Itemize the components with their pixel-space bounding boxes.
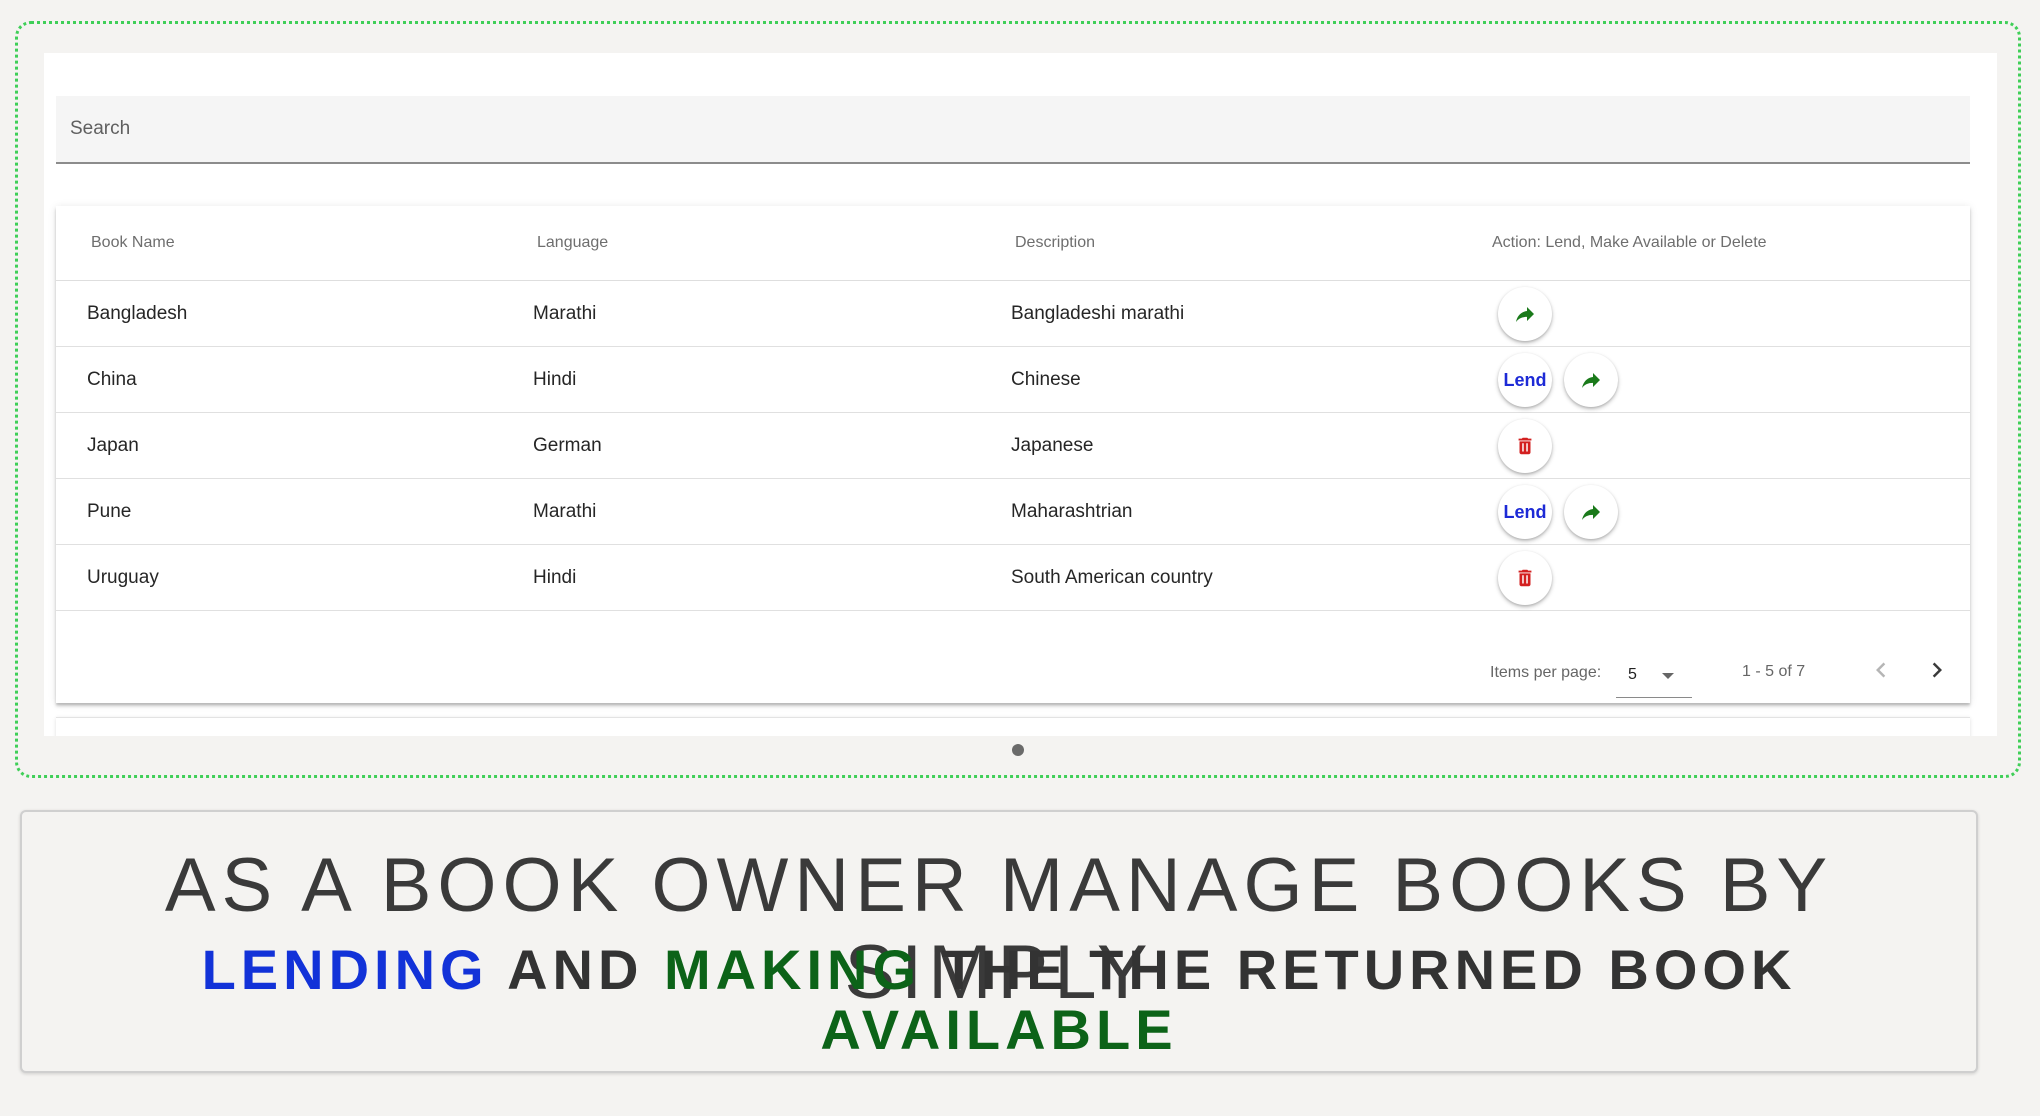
description-cell: South American country [1011,567,1213,588]
caption-subline: LENDING AND MAKING THE THE RETURNED BOOK… [22,940,1976,1060]
lend-label: Lend [1503,501,1547,522]
page-range-label: 1 - 5 of 7 [1742,663,1806,680]
description-cell: Bangladeshi marathi [1011,303,1185,324]
make-available-button[interactable] [1498,287,1552,341]
caption-making: MAKING [663,938,922,1001]
books-table-card: Book Name Language Description Action: L… [56,206,1970,703]
lend-button[interactable]: Lend [1498,485,1552,539]
caption-banner: AS A BOOK OWNER MANAGE BOOKS BY SIMPLY L… [20,810,1978,1073]
share-arrow-icon [1582,373,1600,388]
table-row: Japan German Japanese [56,413,1970,479]
table-row: Bangladesh Marathi Bangladeshi marathi [56,281,1970,347]
language-cell: German [533,435,602,456]
search-field[interactable] [56,96,1970,164]
language-cell: Marathi [533,303,597,324]
book-name-cell: Japan [87,435,139,456]
delete-button[interactable] [1498,551,1552,605]
items-per-page-label: Items per page: [1490,664,1602,681]
dropdown-caret-icon [1662,673,1674,679]
share-arrow-icon [1582,505,1600,520]
header-language[interactable]: Language [537,206,608,280]
caption-available: AVAILABLE [820,998,1178,1061]
chevron-left-icon [1876,662,1886,678]
book-name-cell: China [87,369,137,390]
book-name-cell: Pune [87,501,132,522]
caption-lending: LENDING [201,938,489,1001]
trash-icon [1518,569,1532,587]
book-name-cell: Bangladesh [87,303,188,324]
book-name-cell: Uruguay [87,567,159,588]
search-input[interactable] [56,96,1970,162]
screenshot-frame: Book Name Language Description Action: L… [15,21,2021,778]
description-cell: Japanese [1011,435,1094,456]
share-arrow-icon [1516,307,1534,322]
language-cell: Marathi [533,501,597,522]
delete-button[interactable] [1498,419,1552,473]
next-card-peek [56,717,1970,736]
make-available-button[interactable] [1564,485,1618,539]
paginator: Items per page: 5 1 - 5 of 7 [56,612,1970,703]
table-row: Uruguay Hindi South American country [56,545,1970,611]
next-page-button[interactable] [1922,655,1952,685]
table-row: China Hindi Chinese Lend [56,347,1970,413]
page-size-value: 5 [1628,666,1637,683]
table-row: Pune Marathi Maharashtrian Lend [56,479,1970,545]
previous-page-button[interactable] [1866,655,1896,685]
trash-icon [1518,437,1532,455]
description-cell: Chinese [1011,369,1081,390]
description-cell: Maharashtrian [1011,501,1133,522]
caption-rest: THE THE RETURNED BOOK [941,938,1797,1001]
header-book-name[interactable]: Book Name [91,206,175,280]
chevron-right-icon [1932,662,1942,678]
lend-label: Lend [1503,369,1547,390]
header-action: Action: Lend, Make Available or Delete [1492,234,1767,251]
table-header-row: Book Name Language Description Action: L… [56,206,1970,281]
make-available-button[interactable] [1564,353,1618,407]
language-cell: Hindi [533,369,577,390]
carousel-dot[interactable] [1012,744,1024,756]
lend-button[interactable]: Lend [1498,353,1552,407]
app-screen: Book Name Language Description Action: L… [44,53,1997,736]
language-cell: Hindi [533,567,577,588]
page-size-select[interactable]: 5 [1616,652,1692,698]
caption-and: AND [507,938,644,1001]
header-description[interactable]: Description [1015,206,1095,280]
